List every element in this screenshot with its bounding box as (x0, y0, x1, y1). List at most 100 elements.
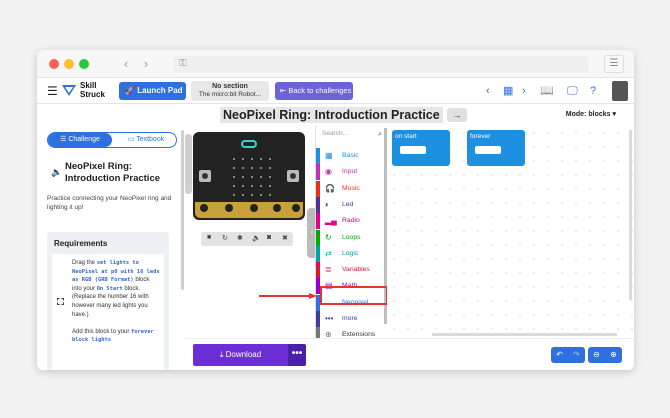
led-dot (251, 176, 253, 178)
led-dot (233, 176, 235, 178)
led-dot (233, 185, 235, 187)
pin-1[interactable] (225, 204, 233, 212)
minimize-window-button[interactable] (64, 59, 74, 69)
skillstruck-logo-icon (62, 85, 76, 96)
simulator-area: ■ ↻ ✱ 🔈 ◙ ✖ (185, 126, 315, 338)
button-a[interactable] (199, 170, 211, 182)
forever-label: forever (470, 133, 491, 140)
microbit-simulator[interactable] (193, 132, 305, 220)
led-dot (233, 194, 235, 196)
next-arrow-button[interactable]: → (447, 108, 467, 122)
presentation-icon[interactable]: 🖵 (567, 83, 578, 99)
back-to-challenges-button[interactable]: ⇤ Back to challenges (275, 82, 353, 100)
panel-scrollbar[interactable] (181, 130, 184, 290)
toolbox-category-variables[interactable]: ≣ Variables (316, 262, 388, 279)
led-dot (242, 167, 244, 169)
grid-menu-icon[interactable]: ▦ (503, 83, 513, 99)
browser-chrome: ‹ › ⚿ ☰ (37, 50, 634, 78)
toolbox-category-loops[interactable]: ↻ Loops (316, 229, 388, 246)
lesson-description: Practice connecting your NeoPixel ring a… (47, 195, 172, 211)
toolbox-category-radio[interactable]: ▂▄ Radio (316, 213, 388, 230)
led-dot (233, 158, 235, 160)
neopixel-highlight-box (320, 286, 388, 305)
browser-forward-icon[interactable]: › (137, 56, 155, 72)
mute-icon[interactable]: 🔈 (252, 234, 261, 242)
simulator-controls: ■ ↻ ✱ 🔈 ◙ ✖ (201, 232, 293, 246)
section-title: No section (212, 83, 248, 90)
avatar[interactable] (612, 81, 628, 101)
restart-icon[interactable]: ↻ (222, 234, 228, 242)
toolbox-category-logic[interactable]: ⇄ Logic (316, 245, 388, 262)
redo-icon[interactable]: ↷ (568, 347, 585, 363)
book-icon[interactable]: 📖 (540, 83, 554, 99)
forever-block[interactable]: forever (467, 130, 525, 166)
led-dot (233, 167, 235, 169)
browser-window: ‹ › ⚿ ☰ ☰ Skill Struck 🚀 Launch Pad ▾ No… (37, 50, 634, 370)
speaker-icon[interactable]: 🔈 (51, 167, 62, 178)
workspace-h-scrollbar[interactable] (432, 333, 617, 336)
mode-label: Mode: blocks (565, 111, 611, 118)
requirement-checkbox[interactable] (57, 298, 64, 305)
led-dot (251, 167, 253, 169)
tab-challenge[interactable]: ☰ Challenge (48, 133, 112, 147)
zoom-in-icon[interactable]: ⊕ (605, 347, 622, 363)
toolbox: Search... ⌕ ▦ Basic ◉ Input 🎧 Music ◐ Led ▂▄ Radi… (315, 126, 388, 344)
more-options-button[interactable]: ••• (288, 344, 306, 366)
toolbox-category-basic[interactable]: ▦ Basic (316, 148, 388, 164)
zoom-out-icon[interactable]: ⊖ (588, 347, 605, 363)
toolbox-search-input[interactable]: Search... ⌕ (322, 130, 384, 142)
simulator-collapse-tab[interactable] (185, 134, 192, 194)
led-dot (260, 194, 262, 196)
screenshot-icon[interactable]: ◙ (267, 234, 271, 241)
blocks-workspace[interactable]: on start forever (387, 126, 634, 338)
stop-icon[interactable]: ■ (207, 234, 211, 241)
pin-3v[interactable] (273, 204, 281, 212)
close-window-button[interactable] (49, 59, 59, 69)
toolbox-category-label: Variables (342, 266, 370, 274)
pin-2[interactable] (250, 204, 258, 212)
requirements-box: Requirements Drag the set lights to NeoP… (47, 232, 169, 370)
debug-icon[interactable]: ✱ (237, 234, 243, 242)
address-bar[interactable]: ⚿ (174, 56, 589, 73)
back-label: Back to challenges (288, 86, 352, 95)
hamburger-menu-icon[interactable]: ☰ (47, 84, 58, 98)
on-start-block[interactable]: on start (392, 130, 450, 166)
sidebar-toggle-icon[interactable]: ☰ (604, 55, 624, 73)
pin-gnd[interactable] (292, 204, 300, 212)
led-dot (269, 176, 271, 178)
toolbox-category-label: Radio (342, 217, 360, 225)
red-arrow-icon (259, 293, 317, 299)
toolbox-category-led[interactable]: ◐ Led (316, 196, 388, 213)
browser-back-icon[interactable]: ‹ (117, 56, 135, 72)
bottom-bar: ⤓ Download ••• ↶ ↷ ⊖ ⊕ (185, 338, 634, 370)
pin-0[interactable] (200, 204, 208, 212)
maximize-window-button[interactable] (79, 59, 89, 69)
fullscreen-icon[interactable]: ✖ (282, 234, 288, 242)
mode-select[interactable]: Mode: blocks ▾ (566, 110, 616, 118)
led-dot (260, 158, 262, 160)
led-dot (260, 176, 262, 178)
undo-icon[interactable]: ↶ (551, 347, 568, 363)
toolbox-category-music[interactable]: 🎧 Music (316, 180, 388, 197)
toolbox-category-more[interactable]: ••• more (316, 311, 388, 327)
led-dot (260, 185, 262, 187)
toolbox-category-label: Logic (342, 249, 359, 257)
help-icon[interactable]: ? (590, 83, 596, 99)
toolbox-category-label: more (342, 315, 358, 322)
section-select[interactable]: No section The micro:bit Robot... (191, 81, 269, 101)
on-start-slot (400, 146, 426, 154)
tab-textbook[interactable]: ▭ Textbook (116, 133, 176, 147)
next-icon[interactable]: › (522, 83, 526, 99)
launch-pad-label: Launch Pad (137, 86, 183, 95)
lock-icon: ⚿ (179, 58, 187, 69)
toolbox-category-input[interactable]: ◉ Input (316, 164, 388, 181)
launch-pad-button[interactable]: 🚀 Launch Pad ▾ (119, 82, 186, 113)
download-button[interactable]: ⤓ Download (193, 344, 288, 366)
button-b[interactable] (287, 170, 299, 182)
toggle-icon: ◐ (325, 199, 330, 209)
toolbox-category-label: Led (342, 200, 354, 208)
search-icon: ⌕ (378, 131, 382, 138)
led-dot (269, 194, 271, 196)
workspace-v-scrollbar[interactable] (629, 130, 632, 300)
previous-icon[interactable]: ‹ (486, 83, 490, 99)
